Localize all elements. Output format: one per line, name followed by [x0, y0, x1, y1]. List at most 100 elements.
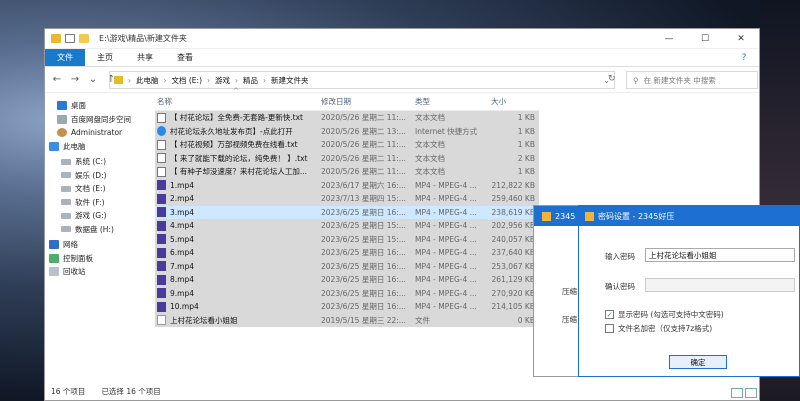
sidebar-item[interactable]: 软件 (F:) [45, 196, 145, 210]
sidebar-item[interactable]: 文档 (E:) [45, 182, 145, 196]
breadcrumb-item[interactable]: 文档 (E:) [172, 75, 203, 86]
details-view-icon[interactable] [731, 388, 743, 398]
status-bar: 16 个项目 已选择 16 个项目 [51, 386, 161, 397]
sidebar-item[interactable]: 娱乐 (D:) [45, 169, 145, 183]
tab-file[interactable]: 文件 [45, 49, 85, 66]
tab-share[interactable]: 共享 [125, 49, 165, 66]
sidebar-item[interactable]: 游戏 (G:) [45, 209, 145, 223]
help-icon[interactable]: ? [729, 49, 759, 66]
sidebar-item[interactable]: Administrator [45, 126, 145, 140]
tab-view[interactable]: 查看 [165, 49, 205, 66]
close-button[interactable]: ✕ [723, 29, 759, 49]
file-name-cell: 【 村花论坛】全免费-无套路-更新快.txt [155, 112, 321, 123]
encrypt-filenames-checkbox[interactable] [605, 324, 614, 333]
file-size: 270,920 KB [491, 288, 535, 298]
forward-arrow-icon[interactable]: → [69, 74, 81, 85]
file-name: 7.mp4 [170, 261, 194, 271]
column-header-name[interactable]: 名称 [155, 96, 321, 107]
file-date: 2020/5/26 星期二 11:... [321, 113, 406, 123]
sidebar-item[interactable]: 数据盘 (H:) [45, 223, 145, 237]
file-name: 4.mp4 [170, 221, 194, 231]
video-file-icon [157, 193, 166, 204]
app-icon [585, 211, 594, 221]
file-date: 2023/6/17 星期六 16:... [321, 180, 406, 190]
file-name: 【 来了就能下载的论坛，纯免费！ 】.txt [170, 153, 308, 163]
refresh-icon[interactable]: ↻ [608, 74, 616, 84]
breadcrumb-item[interactable]: 新建文件夹 [271, 75, 309, 86]
properties-icon[interactable] [65, 34, 75, 43]
file-row[interactable]: 上村花论坛看小姐姐 2019/5/15 星期三 22:... 文件 0 KB [155, 313, 539, 327]
file-size: 237,640 KB [491, 248, 535, 258]
search-icon: ⚲ [633, 75, 639, 85]
file-row[interactable]: 3.mp4 2023/6/25 星期日 16:... MP4 - MPEG-4 ..… [155, 205, 539, 219]
file-size: 202,956 KB [491, 221, 535, 231]
sidebar-item-label: 此电脑 [63, 141, 86, 151]
show-password-checkbox[interactable]: ✓ [605, 310, 614, 319]
file-row[interactable]: 2.mp4 2023/7/13 星期四 15:... MP4 - MPEG-4 ..… [155, 192, 539, 206]
large-icons-view-icon[interactable] [745, 388, 757, 398]
sidebar-item[interactable]: 桌面 [45, 99, 145, 113]
file-row[interactable]: 4.mp4 2023/6/25 星期日 15:... MP4 - MPEG-4 ..… [155, 219, 539, 233]
breadcrumb-separator: › [128, 75, 131, 85]
back-arrow-icon[interactable]: ← [51, 74, 63, 85]
file-size: 0 KB [517, 315, 535, 325]
file-name-cell: 9.mp4 [155, 288, 321, 299]
file-row[interactable]: 1.mp4 2023/6/17 星期六 16:... MP4 - MPEG-4 ..… [155, 178, 539, 192]
sidebar-item[interactable]: 此电脑 [45, 140, 145, 154]
address-bar[interactable]: › 此电脑 › 文档 (E:) › 游戏 › 精品 › 新建文件夹 ⌄ [109, 71, 615, 89]
breadcrumb-item[interactable]: 此电脑 [136, 75, 159, 86]
file-row[interactable]: 8.mp4 2023/6/25 星期日 16:... MP4 - MPEG-4 ..… [155, 273, 539, 287]
file-type: 文本文档 [415, 113, 445, 123]
column-header-size[interactable]: 大小 [491, 96, 539, 107]
tab-home[interactable]: 主页 [85, 49, 125, 66]
file-row[interactable]: 6.mp4 2023/6/25 星期日 16:... MP4 - MPEG-4 ..… [155, 246, 539, 260]
maximize-button[interactable]: ☐ [687, 29, 723, 49]
encrypt-filenames-option[interactable]: 文件名加密（仅支持7z格式) [605, 323, 712, 334]
new-folder-icon[interactable] [79, 34, 89, 43]
file-row[interactable]: 【 村花视频】万部视频免费在线看.txt 2020/5/26 星期二 11:...… [155, 138, 539, 152]
file-name: 3.mp4 [170, 207, 194, 217]
breadcrumb-item[interactable]: 游戏 [215, 75, 230, 86]
file-name: 村花论坛永久地址发布页】-点此打开 [170, 126, 293, 136]
video-file-icon [157, 180, 166, 191]
ribbon-tabs: 文件 主页 共享 查看 ? [45, 49, 759, 67]
file-date: 2023/6/25 星期日 15:... [321, 221, 406, 231]
sidebar-item-label: 回收站 [63, 267, 86, 277]
column-header-type[interactable]: 类型 [415, 96, 491, 107]
breadcrumb-item[interactable]: 精品 [243, 75, 258, 86]
video-file-icon [157, 261, 166, 272]
password-input[interactable]: 上村花论坛看小姐姐 [645, 248, 795, 262]
sidebar-item[interactable]: 百度网盘同步空间 [45, 113, 145, 127]
column-header-row: ^ 名称 修改日期 类型 大小 [155, 87, 539, 111]
file-date: 2023/6/25 星期日 16:... [321, 261, 406, 271]
column-header-date[interactable]: 修改日期 [321, 96, 415, 107]
search-input[interactable]: ⚲ 在 新建文件夹 中搜索 [626, 71, 758, 89]
file-type: MP4 - MPEG-4 ... [415, 261, 477, 271]
sidebar-item[interactable]: 回收站 [45, 265, 145, 279]
minimize-button[interactable]: — [651, 29, 687, 49]
show-password-option[interactable]: ✓ 显示密码 (勾选可支持中文密码) [605, 309, 724, 320]
file-row[interactable]: 5.mp4 2023/6/25 星期日 15:... MP4 - MPEG-4 ..… [155, 232, 539, 246]
file-name-cell: 7.mp4 [155, 261, 321, 272]
sidebar-item[interactable]: 系统 (C:) [45, 155, 145, 169]
confirm-password-input[interactable] [645, 278, 795, 292]
sidebar-item-label: Administrator [71, 128, 123, 138]
ok-button[interactable]: 确定 [669, 355, 727, 369]
file-row[interactable]: 【 来了就能下载的论坛，纯免费！ 】.txt 2020/5/26 星期二 11:.… [155, 151, 539, 165]
recent-locations-icon[interactable]: ⌄ [87, 74, 99, 85]
file-row[interactable]: 9.mp4 2023/6/25 星期日 16:... MP4 - MPEG-4 ..… [155, 286, 539, 300]
file-row[interactable]: 村花论坛永久地址发布页】-点此打开 2020/5/26 星期二 13:... Int… [155, 124, 539, 138]
file-row[interactable]: 【 有种子却没速度？来村花论坛人工加... 2020/5/26 星期二 11:..… [155, 165, 539, 179]
sidebar-item[interactable]: 网络 [45, 238, 145, 252]
file-date: 2019/5/15 星期三 22:... [321, 315, 406, 325]
file-type: MP4 - MPEG-4 ... [415, 194, 477, 204]
sidebar-item[interactable]: 控制面板 [45, 252, 145, 266]
file-type: Internet 快捷方式 [415, 126, 478, 136]
file-row[interactable]: 7.mp4 2023/6/25 星期日 16:... MP4 - MPEG-4 ..… [155, 259, 539, 273]
password-dialog: 密码设置 - 2345好压 输入密码 上村花论坛看小姐姐 确认密码 ✓ 显示密码… [578, 205, 800, 377]
search-placeholder: 在 新建文件夹 中搜索 [643, 75, 716, 85]
file-row[interactable]: 【 村花论坛】全免费-无套路-更新快.txt 2020/5/26 星期二 11:.… [155, 111, 539, 125]
file-size: 240,057 KB [491, 234, 535, 244]
file-name-cell: 村花论坛永久地址发布页】-点此打开 [155, 126, 321, 137]
file-row[interactable]: 10.mp4 2023/6/25 星期日 16:... MP4 - MPEG-4 .… [155, 300, 539, 314]
